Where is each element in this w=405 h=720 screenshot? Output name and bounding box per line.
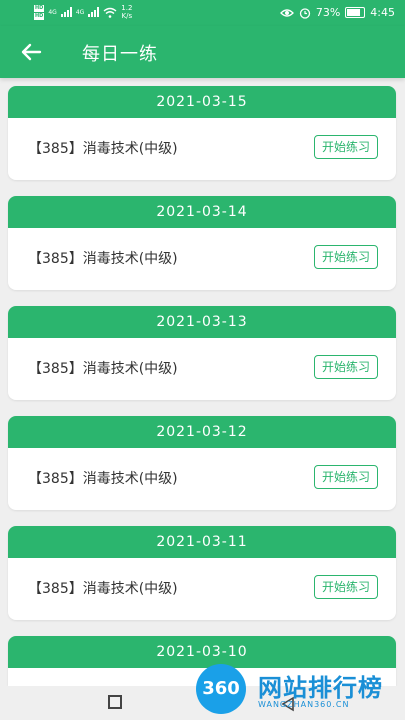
arrow-left-icon[interactable] bbox=[18, 40, 44, 64]
practice-card: 2021-03-15 【385】消毒技术(中级) 开始练习 bbox=[8, 86, 396, 180]
hd-badge: HD HD bbox=[34, 4, 45, 20]
signal-icon bbox=[60, 7, 72, 17]
page-title: 每日一练 bbox=[82, 44, 158, 65]
watermark-title: 网站排行榜 bbox=[258, 674, 383, 702]
signal-icon-2 bbox=[88, 7, 100, 17]
card-date: 2021-03-12 bbox=[8, 416, 396, 448]
network-speed: 1.2 K/s bbox=[121, 4, 132, 20]
start-practice-button[interactable]: 开始练习 bbox=[314, 245, 378, 269]
start-practice-button[interactable]: 开始练习 bbox=[314, 135, 378, 159]
eye-icon bbox=[279, 8, 294, 17]
status-bar: HD HD 4G 4G 1.2 K/s 73% 4:45 bbox=[0, 0, 405, 26]
speed-unit: K/s bbox=[121, 12, 133, 20]
network-type-1: 4G bbox=[48, 8, 57, 16]
start-practice-button[interactable]: 开始练习 bbox=[314, 465, 378, 489]
course-name: 【385】消毒技术(中级) bbox=[28, 141, 178, 157]
course-name: 【385】消毒技术(中级) bbox=[28, 251, 178, 267]
speed-value: 1.2 bbox=[121, 4, 133, 12]
card-date: 2021-03-11 bbox=[8, 526, 396, 558]
hd-label-2: HD bbox=[34, 12, 45, 20]
course-name: 【385】消毒技术(中级) bbox=[28, 471, 178, 487]
app-bar: 每日一练 bbox=[0, 26, 405, 78]
watermark: 360 网站排行榜 WANGZHAN360.CN bbox=[196, 664, 401, 718]
start-practice-button[interactable]: 开始练习 bbox=[314, 575, 378, 599]
battery-percent: 73% bbox=[315, 6, 341, 19]
course-name: 【385】消毒技术(中级) bbox=[28, 581, 178, 597]
card-date: 2021-03-13 bbox=[8, 306, 396, 338]
alarm-icon bbox=[299, 7, 310, 19]
practice-card: 2021-03-13 【385】消毒技术(中级) 开始练习 bbox=[8, 306, 396, 400]
card-date: 2021-03-14 bbox=[8, 196, 396, 228]
start-practice-button[interactable]: 开始练习 bbox=[314, 355, 378, 379]
clock: 4:45 bbox=[370, 6, 395, 19]
square-icon[interactable] bbox=[108, 695, 122, 709]
watermark-subtitle: WANGZHAN360.CN bbox=[258, 700, 350, 709]
card-date: 2021-03-15 bbox=[8, 86, 396, 118]
network-type-2: 4G bbox=[75, 8, 85, 16]
course-name: 【385】消毒技术(中级) bbox=[28, 361, 178, 377]
practice-card: 2021-03-12 【385】消毒技术(中级) 开始练习 bbox=[8, 416, 396, 510]
watermark-logo: 360 bbox=[196, 664, 246, 714]
practice-card: 2021-03-11 【385】消毒技术(中级) 开始练习 bbox=[8, 526, 396, 620]
wifi-icon bbox=[103, 7, 117, 18]
practice-card: 2021-03-14 【385】消毒技术(中级) 开始练习 bbox=[8, 196, 396, 290]
battery-icon bbox=[345, 7, 366, 18]
hd-label-1: HD bbox=[34, 4, 45, 12]
